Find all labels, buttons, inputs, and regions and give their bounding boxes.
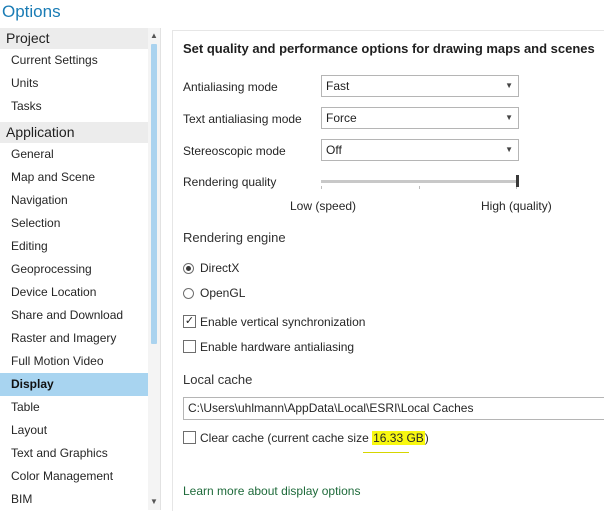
sidebar-scrollbar[interactable]: ▲ ▼	[148, 28, 160, 510]
quality-high-label: High (quality)	[481, 199, 552, 213]
rendering-engine-title: Rendering engine	[183, 230, 286, 245]
chevron-down-icon: ▼	[505, 145, 513, 154]
rendering-quality-slider[interactable]	[321, 180, 517, 183]
opengl-radio[interactable]	[183, 288, 194, 299]
window-title: Options	[2, 2, 61, 21]
nav-item-current-settings[interactable]: Current Settings	[0, 49, 148, 72]
nav-group-application: Application	[0, 122, 148, 143]
display-heading: Set quality and performance options for …	[183, 41, 595, 56]
cache-size-suffix: )	[424, 431, 429, 445]
nav-item-units[interactable]: Units	[0, 72, 148, 95]
nav-item-editing[interactable]: Editing	[0, 235, 148, 258]
chevron-down-icon: ▼	[505, 81, 513, 90]
slider-thumb[interactable]	[516, 175, 519, 187]
quality-low-label: Low (speed)	[290, 199, 357, 213]
slider-tick	[321, 186, 322, 189]
stereoscopic-mode-label: Stereoscopic mode	[183, 144, 286, 158]
highlight-underline	[363, 452, 409, 453]
nav-item-text-and-graphics[interactable]: Text and Graphics	[0, 442, 148, 465]
nav-item-tasks[interactable]: Tasks	[0, 95, 148, 118]
directx-radio[interactable]	[183, 263, 194, 274]
nav-item-share-and-download[interactable]: Share and Download	[0, 304, 148, 327]
scroll-up-icon[interactable]: ▲	[148, 30, 160, 42]
antialiasing-mode-value: Fast	[326, 79, 350, 93]
text-antialiasing-mode-select[interactable]: Force ▼	[321, 107, 519, 129]
scrollbar-thumb[interactable]	[151, 44, 157, 344]
nav-item-map-and-scene[interactable]: Map and Scene	[0, 166, 148, 189]
cache-size-value: 16.33 GB	[372, 431, 425, 445]
nav-item-display[interactable]: Display	[0, 373, 148, 396]
opengl-label: OpenGL	[200, 286, 246, 300]
nav-item-color-management[interactable]: Color Management	[0, 465, 148, 488]
clear-cache-checkbox[interactable]	[183, 431, 196, 444]
clear-cache-label: Clear cache (current cache size 16.33 GB…	[200, 431, 429, 445]
hardware-antialiasing-checkbox[interactable]	[183, 340, 196, 353]
stereoscopic-mode-select[interactable]: Off ▼	[321, 139, 519, 161]
learn-more-link[interactable]: Learn more about display options	[183, 484, 360, 498]
nav-item-general[interactable]: General	[0, 143, 148, 166]
clear-cache-text: Clear cache	[200, 431, 265, 445]
nav-group-project: Project	[0, 28, 148, 49]
chevron-down-icon: ▼	[505, 113, 513, 122]
nav-item-raster-and-imagery[interactable]: Raster and Imagery	[0, 327, 148, 350]
nav-item-full-motion-video[interactable]: Full Motion Video	[0, 350, 148, 373]
antialiasing-mode-select[interactable]: Fast ▼	[321, 75, 519, 97]
antialiasing-mode-label: Antialiasing mode	[183, 80, 278, 94]
nav-item-geoprocessing[interactable]: Geoprocessing	[0, 258, 148, 281]
hardware-antialiasing-label: Enable hardware antialiasing	[200, 340, 355, 354]
rendering-quality-label: Rendering quality	[183, 175, 277, 189]
display-settings-panel: Set quality and performance options for …	[172, 30, 604, 511]
cache-path-input[interactable]: C:\Users\uhlmann\AppData\Local\ESRI\Loca…	[183, 397, 604, 420]
stereoscopic-mode-value: Off	[326, 143, 342, 157]
nav-item-layout[interactable]: Layout	[0, 419, 148, 442]
vsync-checkbox[interactable]: ✓	[183, 315, 196, 328]
nav-item-selection[interactable]: Selection	[0, 212, 148, 235]
nav-item-bim[interactable]: BIM	[0, 488, 148, 510]
vsync-label: Enable vertical synchronization	[200, 315, 366, 329]
directx-label: DirectX	[200, 261, 240, 275]
cache-size-prefix: (current cache size	[267, 431, 373, 445]
local-cache-title: Local cache	[183, 372, 253, 387]
nav-item-device-location[interactable]: Device Location	[0, 281, 148, 304]
slider-tick	[419, 186, 420, 189]
options-sidebar: Project Current Settings Units Tasks App…	[0, 28, 161, 510]
text-antialiasing-mode-value: Force	[326, 111, 357, 125]
nav-item-navigation[interactable]: Navigation	[0, 189, 148, 212]
scroll-down-icon[interactable]: ▼	[148, 496, 160, 508]
text-antialiasing-mode-label: Text antialiasing mode	[183, 112, 302, 126]
nav-item-table[interactable]: Table	[0, 396, 148, 419]
